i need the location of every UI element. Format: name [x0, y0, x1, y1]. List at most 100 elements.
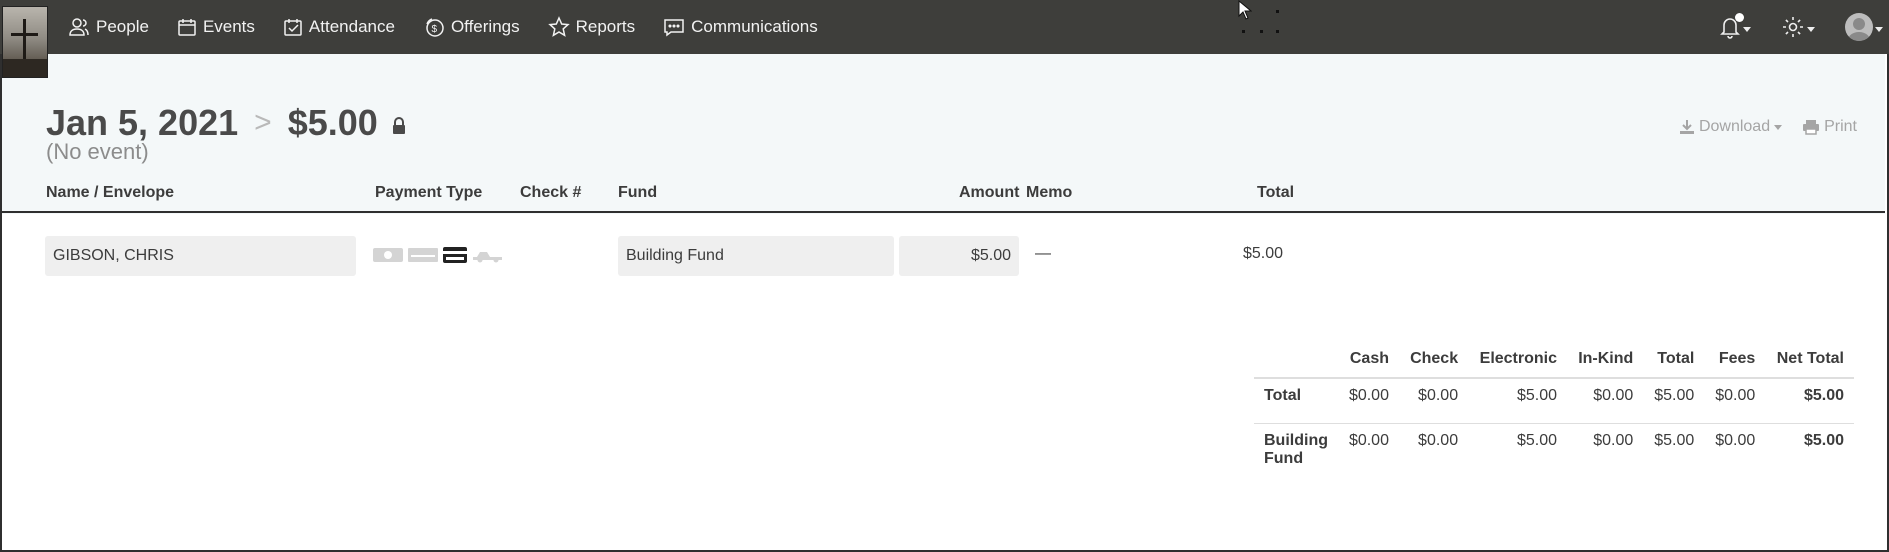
summary-cell-fees: $0.00: [1704, 378, 1766, 424]
print-button[interactable]: Print: [1802, 118, 1857, 136]
summary-cell-net-total: $5.00: [1765, 378, 1854, 424]
summary-header-label: [1254, 340, 1338, 379]
summary-cell-cash: $0.00: [1348, 431, 1389, 449]
donor-name: GIBSON, CHRIS: [53, 247, 174, 264]
summary-header-total: Total: [1643, 340, 1705, 379]
batch-date: Jan 5, 2021: [46, 102, 239, 143]
user-avatar-icon: [1845, 13, 1873, 41]
print-label: Print: [1824, 118, 1857, 135]
column-header-total: Total: [1257, 184, 1295, 201]
summary-row-total: Total $0.00 $0.00 $5.00 $0.00 $5.00 $0.0…: [1254, 378, 1854, 424]
summary-header-inkind: In-Kind: [1567, 340, 1644, 379]
header-actions: Download Print: [1659, 118, 1857, 136]
attendance-check-icon: [284, 19, 302, 36]
column-header-amount: Amount: [959, 184, 1020, 201]
batch-event-subtitle: (No event): [46, 139, 149, 164]
nav-item-attendance[interactable]: Attendance: [283, 17, 395, 37]
summary-cell-check: $0.00: [1418, 431, 1459, 449]
summary-header-electronic: Electronic: [1468, 340, 1567, 379]
summary-cell-total: $5.00: [1654, 431, 1695, 449]
column-header-name: Name / Envelope: [46, 184, 175, 201]
church-logo[interactable]: [2, 6, 48, 78]
amount-value: $5.00: [970, 247, 1011, 264]
notification-dot: [1735, 13, 1744, 22]
summary-header-row: Cash Check Electronic In-Kind Total Fees…: [1254, 340, 1854, 379]
nav-label-reports: Reports: [575, 17, 636, 36]
svg-text:$: $: [431, 24, 437, 35]
payment-type-selector: [373, 246, 509, 264]
summary-header-cash: Cash: [1337, 340, 1399, 379]
nav-item-reports[interactable]: Reports: [547, 16, 636, 38]
summary-cell-fees: $0.00: [1715, 431, 1756, 449]
in-kind-truck-icon: [473, 252, 502, 263]
chat-icon: [664, 19, 684, 37]
column-header-payment-type: Payment Type: [375, 184, 483, 201]
fund-name: Building Fund: [626, 247, 724, 264]
payment-check-option[interactable]: [408, 247, 438, 263]
summary-header-check: Check: [1398, 340, 1469, 379]
mouse-cursor-icon: [1238, 0, 1252, 20]
row-total-value: $5.00: [1243, 245, 1284, 262]
nav-label-people: People: [96, 17, 149, 36]
page-title: Jan 5, 2021 > $5.00: [46, 102, 406, 144]
top-navbar: People Events Attendance $ Offerings Rep…: [0, 0, 1889, 78]
gear-icon: [1783, 17, 1803, 37]
summary-cell-electronic: $5.00: [1468, 378, 1567, 424]
check-icon: [408, 248, 438, 262]
nav-item-offerings[interactable]: $ Offerings: [423, 16, 520, 38]
people-icon: [69, 18, 89, 36]
chevron-down-icon: [1774, 124, 1783, 130]
summary-cell-inkind: $0.00: [1593, 431, 1634, 449]
nav-label-offerings: Offerings: [450, 17, 520, 36]
chevron-down-icon: [1875, 26, 1883, 32]
amount-input[interactable]: $5.00: [899, 236, 1019, 276]
nav-label-communications: Communications: [691, 17, 818, 36]
header-divider: [2, 211, 1885, 213]
batch-header: Jan 5, 2021 > $5.00 (No event) Download …: [2, 54, 1885, 214]
summary-header-net-total: Net Total: [1765, 340, 1854, 379]
summary-header-fees: Fees: [1704, 340, 1766, 379]
column-header-check: Check #: [520, 184, 582, 201]
lock-icon: [392, 117, 405, 134]
download-icon: [1679, 120, 1694, 134]
nav-item-events[interactable]: Events: [177, 17, 255, 37]
fund-select[interactable]: Building Fund: [618, 236, 894, 276]
summary-row-fund: Building Fund $0.00 $0.00 $5.00 $0.00 $5…: [1254, 423, 1854, 476]
column-header-fund: Fund: [618, 184, 658, 201]
summary-cell-cash: $0.00: [1337, 378, 1399, 424]
memo-value[interactable]: —: [1035, 245, 1051, 263]
nav-menu: People Events Attendance $ Offerings Rep…: [68, 0, 846, 54]
batch-amount: $5.00: [287, 102, 378, 143]
summary-row-label: Building Fund: [1264, 431, 1328, 467]
chevron-down-icon: [1807, 26, 1815, 32]
column-header-memo: Memo: [1026, 184, 1073, 201]
summary-cell-check: $0.00: [1398, 378, 1469, 424]
summary-cell-net-total: $5.00: [1803, 431, 1844, 449]
chevron-down-icon: [1743, 26, 1751, 32]
notifications-button[interactable]: [1719, 13, 1751, 39]
summary-row-label: Total: [1254, 378, 1338, 424]
batch-summary-table: Cash Check Electronic In-Kind Total Fees…: [1254, 340, 1854, 476]
nav-item-people[interactable]: People: [68, 17, 149, 37]
credit-card-icon: [443, 247, 467, 263]
nav-label-events: Events: [202, 17, 255, 36]
nav-right-tools: [1719, 0, 1889, 54]
payment-cash-option[interactable]: [373, 247, 403, 263]
nav-item-communications[interactable]: Communications: [663, 17, 818, 37]
payment-inkind-option[interactable]: [472, 247, 504, 263]
donor-name-field[interactable]: GIBSON, CHRIS: [45, 236, 356, 276]
summary-cell-electronic: $5.00: [1516, 431, 1557, 449]
summary-cell-total: $5.00: [1643, 378, 1705, 424]
print-icon: [1803, 120, 1820, 135]
nav-label-attendance: Attendance: [308, 17, 395, 36]
calendar-icon: [178, 19, 196, 36]
user-menu-button[interactable]: [1845, 13, 1883, 41]
download-button[interactable]: Download: [1679, 118, 1783, 136]
cash-icon: [373, 248, 403, 262]
payment-electronic-option[interactable]: [443, 246, 467, 264]
download-label: Download: [1698, 118, 1771, 135]
offerings-coin-icon: $: [426, 18, 444, 37]
summary-cell-inkind: $0.00: [1567, 378, 1644, 424]
settings-button[interactable]: [1781, 15, 1815, 39]
star-icon: [547, 16, 570, 37]
